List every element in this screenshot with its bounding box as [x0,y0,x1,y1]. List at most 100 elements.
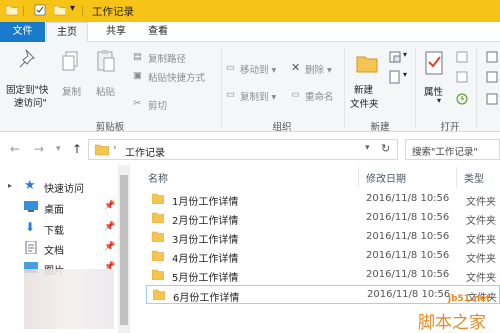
file-type: 文件夹 [466,197,496,208]
qat-dropdown-icon[interactable]: ▾ [70,3,75,14]
file-type: 文件夹 [466,235,496,246]
copy-path-button[interactable]: 复制路径 [148,51,186,65]
forward-arrow-icon[interactable]: → [34,142,44,156]
folder-icon [153,289,165,300]
breadcrumb[interactable]: 工作记录 [125,144,165,159]
edit-icon[interactable] [455,70,469,84]
folder-icon [152,250,164,261]
nav-scrollbar[interactable] [118,165,130,333]
file-date: 2016/11/8 10:56 [366,250,450,261]
star-icon: ★ [24,178,36,193]
folder-icon [6,5,18,16]
open-group-label: 打开 [440,122,460,133]
new-folder-button[interactable]: 新建 [354,82,373,96]
ribbon-group-separator [221,48,222,128]
select-none-icon[interactable] [485,70,499,84]
desktop-icon [24,201,38,212]
scissors-icon: ✂ [133,98,141,109]
file-row[interactable]: 4月份工作详情 2016/11/8 10:56 文件夹 [146,247,500,266]
qat-separator [82,6,83,16]
navigation-bar: ← → ▾ ↑ › 工作记录 ▾ ↻ 搜索"工作记录" [0,133,500,165]
delete-button[interactable]: 删除 ▾ [305,62,332,76]
column-separator[interactable] [456,167,457,187]
document-icon [25,241,37,254]
column-header-name[interactable]: 名称 [148,170,168,185]
folder-icon [152,212,164,223]
file-row[interactable]: 1月份工作详情 2016/11/8 10:56 文件夹 [146,190,500,209]
organize-group-label: 组织 [272,122,292,133]
copy-to-button[interactable]: 复制到 ▾ [240,89,276,103]
pin-quick-access-button[interactable]: 固定到"快 [6,82,48,96]
tab-home[interactable]: 主页 [46,22,88,43]
new-folder-icon [356,56,378,73]
open-icon[interactable] [455,50,469,64]
chevron-down-icon[interactable]: ▾ [365,143,370,153]
ribbon-group-separator [344,48,345,128]
new-folder-icon[interactable] [54,4,66,16]
file-date: 2016/11/8 10:56 [366,212,450,223]
file-row[interactable]: 2月份工作详情 2016/11/8 10:56 文件夹 [146,209,500,228]
select-all-icon[interactable] [485,50,499,64]
copy-button[interactable]: 复制 [62,84,81,98]
nav-item-label: 文档 [44,246,64,257]
delete-x-icon: ✕ [291,61,301,74]
column-header-date[interactable]: 修改日期 [366,170,406,185]
pin-icon: 📌 [104,222,116,232]
file-type: 文件夹 [466,216,496,227]
paste-shortcut-button[interactable]: 粘贴快捷方式 [148,70,205,84]
move-to-button[interactable]: 移动到 ▾ [240,62,276,76]
file-date: 2016/11/8 10:56 [366,269,450,280]
properties-icon [425,51,443,75]
ribbon: 固定到"快 速访问" 复制 粘贴 ▤ 复制路径 ▣ 粘贴快捷方式 ✂ 剪切 剪贴… [0,42,500,133]
file-name: 5月份工作详情 [172,273,239,284]
refresh-icon[interactable]: ↻ [381,142,390,155]
file-name: 1月份工作详情 [172,197,239,208]
file-name: 3月份工作详情 [172,235,239,246]
file-type: 文件夹 [466,273,496,284]
pin-icon: 📌 [104,201,116,211]
chevron-down-icon[interactable]: ▾ [403,50,407,59]
ribbon-group-separator [476,48,477,128]
file-date: 2016/11/8 10:56 [366,193,450,204]
search-input[interactable]: 搜索"工作记录" [412,144,478,158]
ribbon-group-separator [415,48,416,128]
nav-scrollbar-thumb[interactable] [120,175,128,325]
back-arrow-icon[interactable]: ← [10,142,20,156]
navigation-pane: ▸ ★ 快速访问 桌面 📌 ⬇ 下载 📌 文档 📌 图片 📌 [0,165,130,333]
invert-selection-icon[interactable] [485,92,499,106]
nav-item-label: 快速访问 [44,184,84,195]
copy-to-icon: ▭ [226,89,235,100]
address-bar[interactable]: › 工作记录 ▾ ↻ [88,139,398,160]
pin-icon [19,49,35,68]
pin-quick-access-label: 速访问" [14,98,47,109]
watermark-name: 脚本之家 [418,313,486,333]
chevron-down-icon[interactable]: ▾ [437,96,441,105]
tab-view[interactable]: 查看 [142,22,174,42]
rename-icon: ▭ [291,89,300,100]
breadcrumb-chevron-icon[interactable]: › [113,143,117,153]
column-header-type[interactable]: 类型 [464,170,484,185]
copy-path-icon: ▤ [133,51,142,62]
file-row[interactable]: 3月份工作详情 2016/11/8 10:56 文件夹 [146,228,500,247]
tab-share[interactable]: 共享 [100,22,132,42]
blurred-nav-items [24,269,114,329]
column-separator[interactable] [358,167,359,187]
chevron-down-icon[interactable]: ▾ [403,70,407,79]
new-item-icon[interactable] [388,50,402,64]
search-box[interactable]: 搜索"工作记录" [405,139,500,160]
easy-access-icon[interactable] [388,70,402,84]
properties-check-icon[interactable] [34,4,46,16]
cut-button[interactable]: 剪切 [148,98,167,112]
up-arrow-icon[interactable]: ↑ [72,142,82,156]
rename-button[interactable]: 重命名 [305,89,334,103]
folder-icon [152,193,164,204]
paste-button[interactable]: 粘贴 [96,84,115,98]
new-group-label: 新建 [370,122,390,133]
recent-locations-icon[interactable]: ▾ [56,144,61,154]
history-icon[interactable] [455,92,469,106]
expand-chevron-icon[interactable]: ▸ [8,181,12,190]
file-row[interactable]: 5月份工作详情 2016/11/8 10:56 文件夹 [146,266,500,285]
file-date: 2016/11/8 10:56 [366,231,450,242]
paste-icon [97,50,115,72]
tab-file[interactable]: 文件 [0,22,45,42]
